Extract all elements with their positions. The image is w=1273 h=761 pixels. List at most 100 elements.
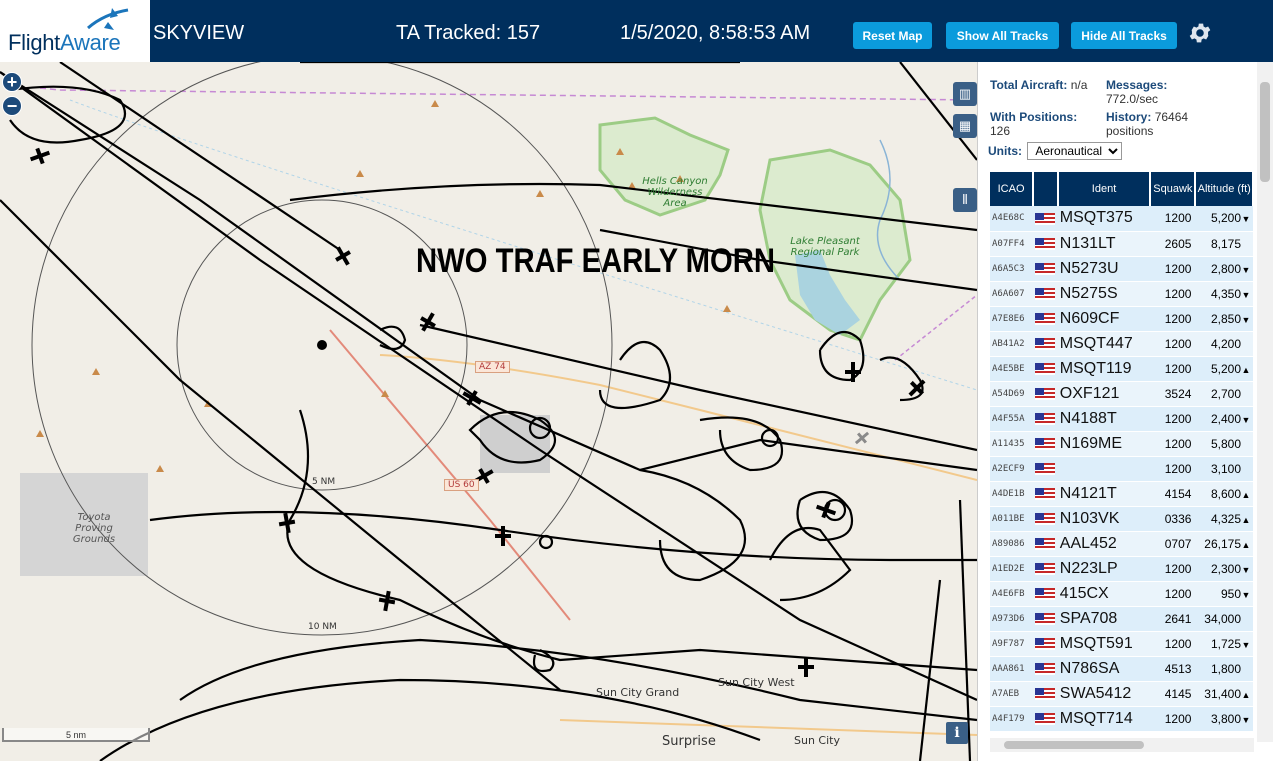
- table-row[interactable]: A4F55A N4188T 1200 2,400▼: [990, 406, 1253, 432]
- table-row[interactable]: A973D6 SPA708 2641 34,000: [990, 606, 1253, 632]
- icao-cell: A89086: [990, 531, 1034, 557]
- ident-cell: N103VK: [1057, 506, 1151, 532]
- table-row[interactable]: A6A607 N5275S 1200 4,350▼: [990, 281, 1253, 307]
- horizontal-scroll-thumb[interactable]: [1004, 741, 1144, 749]
- column-header[interactable]: Ident: [1057, 172, 1152, 206]
- squawk-cell: 1200: [1150, 206, 1196, 232]
- table-row[interactable]: A4E68C MSQT375 1200 5,200▼: [990, 206, 1253, 232]
- icao-cell: A9F787: [990, 631, 1034, 657]
- aircraft-table-wrap: ICAO Ident Squawk Altitude (ft) A4E68C MSQT3…: [990, 172, 1254, 738]
- icao-cell: A011BE: [990, 506, 1034, 532]
- us-flag-icon: [1035, 638, 1056, 651]
- map-banner-text: NWO TRAF EARLY MORN: [416, 242, 776, 280]
- table-row[interactable]: A4E5BE MSQT119 1200 5,200▲: [990, 356, 1253, 382]
- flag-cell: [1033, 581, 1058, 607]
- altitude-trend-icon: ▼: [1241, 289, 1251, 300]
- icao-cell: A07FF4: [990, 231, 1034, 257]
- altitude-trend-icon: ▲: [1241, 689, 1251, 700]
- ident-cell: MSQT714: [1057, 706, 1151, 732]
- table-row[interactable]: A07FF4 N131LT 2605 8,175: [990, 231, 1253, 257]
- ident-cell: N169ME: [1057, 431, 1151, 457]
- squawk-cell: 1200: [1150, 306, 1196, 332]
- column-header[interactable]: Altitude (ft): [1195, 172, 1254, 206]
- ident-cell: OXF121: [1057, 381, 1151, 407]
- squawk-cell: 1200: [1150, 356, 1196, 382]
- altitude-trend-icon: ▼: [1241, 414, 1251, 425]
- table-row[interactable]: A89086 AAL452 0707 26,175▲: [990, 531, 1253, 557]
- altitude-cell: 1,725▼: [1195, 631, 1253, 657]
- table-row[interactable]: A4E6FB 415CX 1200 950▼: [990, 581, 1253, 607]
- flag-cell: [1033, 531, 1058, 557]
- table-row[interactable]: A2ECF9 1200 3,100: [990, 456, 1253, 482]
- icao-cell: AB41A2: [990, 331, 1034, 357]
- table-row[interactable]: A4F179 MSQT714 1200 3,800▼: [990, 706, 1253, 732]
- stats-block: Total Aircraft: n/a Messages: 772.0/sec …: [990, 78, 1260, 138]
- altitude-cell: 8,600▲: [1195, 481, 1253, 507]
- icao-cell: A54D69: [990, 381, 1034, 407]
- table-row[interactable]: A1ED2E N223LP 1200 2,300▼: [990, 556, 1253, 582]
- altitude-value: 5,800: [1210, 436, 1241, 451]
- with-positions-stat: With Positions: 126: [990, 110, 1078, 138]
- aircraft-panel: Total Aircraft: n/a Messages: 772.0/sec …: [977, 62, 1273, 761]
- altitude-value: 2,800: [1210, 261, 1241, 276]
- us-flag-icon: [1035, 688, 1056, 701]
- reset-map-button[interactable]: Reset Map: [853, 22, 932, 49]
- table-row[interactable]: A7E8E6 N609CF 1200 2,850▼: [990, 306, 1253, 332]
- flightaware-logo[interactable]: FlightAware: [0, 0, 150, 62]
- grid-icon[interactable]: ▦: [953, 114, 977, 138]
- gear-icon[interactable]: [1187, 20, 1213, 46]
- table-row[interactable]: AB41A2 MSQT447 1200 4,200: [990, 331, 1253, 357]
- total-aircraft-stat: Total Aircraft: n/a: [990, 78, 1088, 92]
- us-flag-icon: [1035, 363, 1056, 376]
- table-row[interactable]: A6A5C3 N5273U 1200 2,800▼: [990, 256, 1253, 282]
- altitude-trend-icon: ▼: [1241, 264, 1251, 275]
- us-flag-icon: [1035, 413, 1056, 426]
- zoom-in-button[interactable]: +: [2, 72, 22, 92]
- us-flag-icon: [1035, 263, 1056, 276]
- us-flag-icon: [1035, 538, 1056, 551]
- column-header[interactable]: [1033, 172, 1059, 206]
- surprise-label: Surprise: [662, 734, 716, 749]
- units-row: Units: Aeronautical: [988, 142, 1123, 160]
- us-flag-icon: [1035, 713, 1056, 726]
- column-header[interactable]: ICAO: [990, 172, 1035, 206]
- column-header[interactable]: Squawk: [1150, 172, 1197, 206]
- flag-cell: [1033, 481, 1058, 507]
- flag-cell: [1033, 331, 1058, 357]
- altitude-trend-icon: ▼: [1241, 589, 1251, 600]
- table-header-row: ICAO Ident Squawk Altitude (ft): [990, 172, 1254, 206]
- table-row[interactable]: A54D69 OXF121 3524 2,700: [990, 381, 1253, 407]
- table-row[interactable]: A4DE1B N4121T 4154 8,600▲: [990, 481, 1253, 507]
- altitude-value: 2,400: [1210, 411, 1241, 426]
- us-flag-icon: [1035, 313, 1056, 326]
- squawk-cell: 4513: [1150, 656, 1196, 682]
- table-row[interactable]: A11435 N169ME 1200 5,800: [990, 431, 1253, 457]
- table-row[interactable]: A9F787 MSQT591 1200 1,725▼: [990, 631, 1253, 657]
- table-row[interactable]: AAA861 N786SA 4513 1,800: [990, 656, 1253, 682]
- show-all-tracks-button[interactable]: Show All Tracks: [946, 22, 1059, 49]
- altitude-cell: 3,100: [1195, 456, 1253, 482]
- info-button[interactable]: i: [946, 722, 968, 744]
- squawk-cell: 3524: [1150, 381, 1196, 407]
- table-row[interactable]: A7AEB SWA5412 4145 31,400▲: [990, 681, 1253, 707]
- columns-icon[interactable]: ⦀: [953, 188, 977, 212]
- us-flag-icon: [1035, 563, 1056, 576]
- altitude-cell: 4,325▲: [1195, 506, 1253, 532]
- map-view[interactable]: + − ▥ ▦ ⦀ NWO TRAF EARLY MORN Hells Cany…: [0, 62, 977, 761]
- units-select[interactable]: Aeronautical: [1027, 142, 1123, 160]
- altitude-trend-icon: ▼: [1241, 214, 1251, 225]
- us-flag-icon: [1035, 463, 1056, 476]
- flag-cell: [1033, 306, 1058, 332]
- icao-cell: A7E8E6: [990, 306, 1034, 332]
- flag-cell: [1033, 206, 1058, 232]
- altitude-cell: 950▼: [1195, 581, 1253, 607]
- zoom-out-button[interactable]: −: [2, 96, 22, 116]
- vertical-scroll-thumb[interactable]: [1260, 82, 1270, 182]
- us-flag-icon: [1035, 238, 1056, 251]
- map-layers-icon[interactable]: ▥: [953, 82, 977, 106]
- ident-cell: [1057, 456, 1151, 482]
- table-row[interactable]: A011BE N103VK 0336 4,325▲: [990, 506, 1253, 532]
- lake-pleasant-label: Lake Pleasant Regional Park: [790, 236, 860, 258]
- hide-all-tracks-button[interactable]: Hide All Tracks: [1071, 22, 1177, 49]
- us-flag-icon: [1035, 488, 1056, 501]
